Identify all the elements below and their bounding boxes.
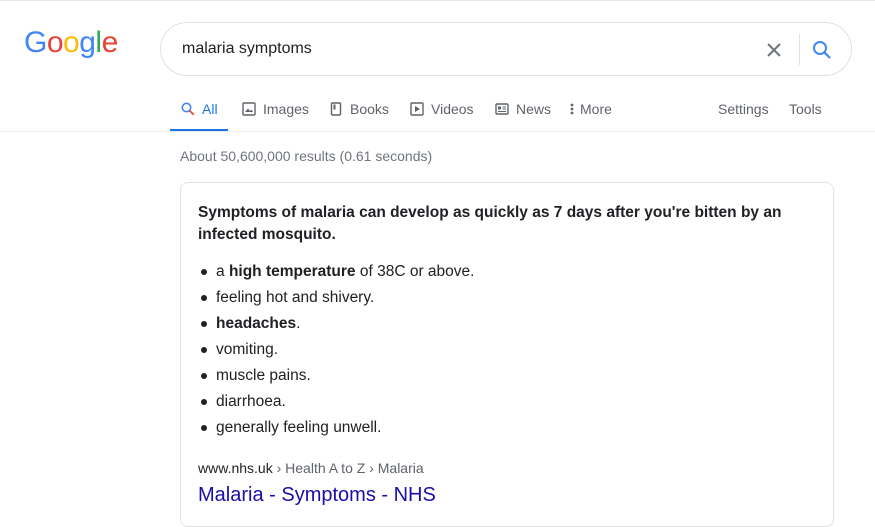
search-box[interactable]: malaria symptoms (160, 22, 852, 76)
tools-link[interactable]: Tools (789, 92, 822, 132)
logo-letter: g (79, 26, 96, 59)
google-logo[interactable]: Google (24, 26, 118, 60)
item-text: . (296, 315, 301, 332)
cite-breadcrumb: › Health A to Z › Malaria (272, 460, 424, 476)
play-icon (409, 101, 425, 117)
featured-snippet: Symptoms of malaria can develop as quick… (180, 182, 834, 527)
list-item: diarrhoea. (198, 389, 474, 415)
tab-news[interactable]: News (494, 92, 551, 132)
list-item: generally feeling unwell. (198, 415, 474, 441)
item-text: generally feeling unwell. (216, 419, 382, 436)
tab-label: Videos (431, 101, 474, 117)
bullet-dot (201, 321, 207, 327)
symptom-list: a high temperature of 38C or above. feel… (198, 259, 474, 441)
list-item: vomiting. (198, 337, 474, 363)
source-cite[interactable]: www.nhs.uk › Health A to Z › Malaria (198, 459, 424, 477)
bullet-dot (201, 399, 207, 405)
item-text: feeling hot and shivery. (216, 289, 375, 306)
bullet-dot (201, 373, 207, 379)
tab-label: Books (350, 101, 389, 117)
bullet-dot (201, 347, 207, 353)
item-text: diarrhoea. (216, 393, 286, 410)
tab-all[interactable]: All (170, 92, 228, 132)
search-icon (180, 101, 196, 117)
list-item: feeling hot and shivery. (198, 285, 474, 311)
list-item: a high temperature of 38C or above. (198, 259, 474, 285)
tab-images[interactable]: Images (241, 92, 309, 132)
book-icon (328, 101, 344, 117)
snippet-headline: Symptoms of malaria can develop as quick… (198, 204, 782, 243)
bullet-dot (201, 295, 207, 301)
list-item: headaches. (198, 311, 474, 337)
top-border (0, 0, 875, 1)
item-text: a (216, 263, 229, 280)
close-icon[interactable] (761, 37, 787, 63)
tab-label: News (516, 101, 552, 117)
logo-letter: e (101, 26, 119, 59)
item-text: of 38C or above. (355, 263, 475, 280)
cite-domain: www.nhs.uk (198, 460, 273, 476)
item-text: muscle pains. (216, 367, 311, 384)
search-icon[interactable] (809, 37, 835, 63)
settings-label: Settings (718, 101, 769, 117)
tab-videos[interactable]: Videos (409, 92, 474, 132)
tools-label: Tools (789, 101, 822, 117)
tabs-divider (0, 131, 875, 132)
news-icon (494, 101, 510, 117)
logo-letter: o (46, 26, 64, 59)
logo-letter: o (63, 26, 80, 59)
tab-label: Images (263, 101, 309, 117)
tab-label: All (202, 101, 218, 117)
search-divider (799, 34, 800, 65)
item-bold: high temperature (228, 263, 356, 280)
search-tabs: All Images Books Videos News More Settin… (0, 92, 875, 132)
more-vert-icon (568, 101, 576, 117)
search-input[interactable]: malaria symptoms (182, 39, 312, 59)
tab-label: More (580, 101, 612, 117)
logo-letter: G (24, 26, 47, 59)
result-title-link[interactable]: Malaria - Symptoms - NHS (198, 482, 436, 508)
list-item: muscle pains. (198, 363, 474, 389)
tab-more[interactable]: More (568, 92, 612, 132)
item-text: vomiting. (216, 341, 279, 358)
tab-books[interactable]: Books (328, 92, 389, 132)
item-bold: headaches (216, 315, 297, 332)
bullet-dot (201, 269, 207, 275)
settings-link[interactable]: Settings (718, 92, 769, 132)
result-stats: About 50,600,000 results (0.61 seconds) (180, 148, 433, 164)
image-icon (241, 101, 257, 117)
bullet-dot (201, 425, 207, 431)
